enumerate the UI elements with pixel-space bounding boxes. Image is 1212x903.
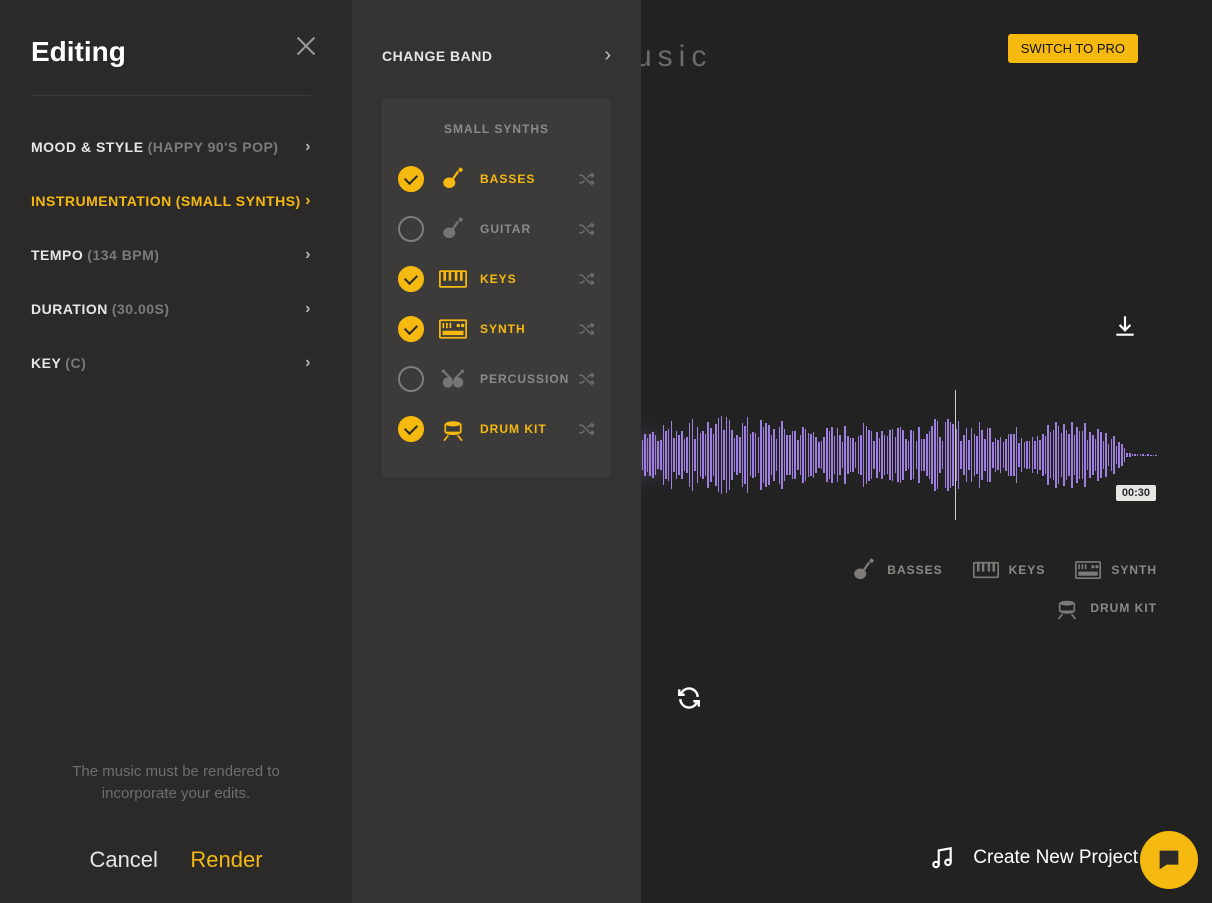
menu-item-value: (HAPPY 90'S POP) bbox=[148, 139, 279, 155]
brand-fragment: usic bbox=[635, 40, 712, 74]
guitar-icon bbox=[851, 558, 877, 582]
divider bbox=[31, 95, 311, 96]
playhead[interactable] bbox=[955, 390, 956, 520]
instrument-toggle[interactable] bbox=[398, 316, 424, 342]
chevron-right-icon[interactable]: › bbox=[604, 44, 611, 67]
menu-item-mood-style[interactable]: MOOD & STYLE(HAPPY 90'S POP) › bbox=[31, 120, 311, 174]
keys-icon bbox=[973, 558, 999, 582]
summary-label: DRUM KIT bbox=[1090, 601, 1157, 615]
chevron-right-icon: › bbox=[305, 354, 311, 372]
download-icon[interactable] bbox=[1112, 313, 1138, 339]
refresh-icon[interactable] bbox=[676, 685, 702, 711]
menu-item-tempo[interactable]: TEMPO(134 BPM) › bbox=[31, 228, 311, 282]
instrument-label: BASSES bbox=[480, 172, 577, 186]
menu-item-key[interactable]: KEY(C) › bbox=[31, 336, 311, 390]
render-note: The music must be rendered to incorporat… bbox=[0, 761, 352, 805]
cancel-button[interactable]: Cancel bbox=[89, 847, 157, 872]
synth-icon bbox=[1075, 558, 1101, 582]
instrument-toggle[interactable] bbox=[398, 166, 424, 192]
menu-item-value: (134 BPM) bbox=[87, 247, 159, 263]
menu-item-value: (SMALL SYNTHS) bbox=[176, 193, 301, 209]
chevron-right-icon: › bbox=[305, 192, 311, 210]
menu-item-value: (C) bbox=[65, 355, 86, 371]
drumkit-icon bbox=[1054, 596, 1080, 620]
instrument-summary: BASSES KEYS SYNTH DRUM KIT bbox=[797, 558, 1157, 620]
menu-item-label: INSTRUMENTATION bbox=[31, 193, 172, 209]
summary-item-drum-kit[interactable]: DRUM KIT bbox=[1054, 596, 1157, 620]
menu-item-value: (30.00S) bbox=[112, 301, 170, 317]
keys-icon bbox=[438, 266, 468, 292]
summary-item-synth[interactable]: SYNTH bbox=[1075, 558, 1157, 582]
instrument-row-synth: SYNTH bbox=[398, 304, 595, 354]
close-icon[interactable] bbox=[295, 36, 317, 58]
change-band-panel: CHANGE BAND › SMALL SYNTHS BASSES GUITAR… bbox=[352, 0, 641, 903]
editing-menu: MOOD & STYLE(HAPPY 90'S POP)›INSTRUMENTA… bbox=[31, 120, 311, 390]
instrument-row-percussion: PERCUSSION bbox=[398, 354, 595, 404]
instrument-row-drum-kit: DRUM KIT bbox=[398, 404, 595, 454]
chevron-right-icon: › bbox=[305, 300, 311, 318]
instrument-toggle[interactable] bbox=[398, 266, 424, 292]
synth-icon bbox=[438, 316, 468, 342]
instrument-label: DRUM KIT bbox=[480, 422, 577, 436]
instrument-label: PERCUSSION bbox=[480, 372, 577, 386]
menu-item-label: MOOD & STYLE bbox=[31, 139, 144, 155]
instrument-row-basses: BASSES bbox=[398, 154, 595, 204]
menu-item-label: DURATION bbox=[31, 301, 108, 317]
change-band-title: CHANGE BAND bbox=[382, 48, 493, 64]
summary-label: BASSES bbox=[887, 563, 942, 577]
shuffle-icon[interactable] bbox=[577, 320, 595, 338]
instrument-row-guitar: GUITAR bbox=[398, 204, 595, 254]
editing-title: Editing bbox=[31, 36, 126, 68]
menu-item-label: KEY bbox=[31, 355, 61, 371]
drumkit-icon bbox=[438, 416, 468, 442]
shuffle-icon[interactable] bbox=[577, 370, 595, 388]
time-badge: 00:30 bbox=[1116, 485, 1156, 501]
guitar-icon bbox=[438, 166, 468, 192]
band-card: SMALL SYNTHS BASSES GUITAR KEYS SYNTH PE… bbox=[382, 98, 611, 478]
shuffle-icon[interactable] bbox=[577, 420, 595, 438]
percussion-icon bbox=[438, 366, 468, 392]
shuffle-icon[interactable] bbox=[577, 220, 595, 238]
chevron-right-icon: › bbox=[305, 138, 311, 156]
instrument-toggle[interactable] bbox=[398, 416, 424, 442]
instrument-label: GUITAR bbox=[480, 222, 577, 236]
create-new-project-button[interactable]: Create New Project bbox=[929, 845, 1138, 871]
instrument-row-keys: KEYS bbox=[398, 254, 595, 304]
band-card-title: SMALL SYNTHS bbox=[398, 122, 595, 136]
menu-item-duration[interactable]: DURATION(30.00S) › bbox=[31, 282, 311, 336]
menu-item-instrumentation[interactable]: INSTRUMENTATION(SMALL SYNTHS)› bbox=[31, 174, 311, 228]
summary-label: KEYS bbox=[1009, 563, 1046, 577]
instrument-label: KEYS bbox=[480, 272, 577, 286]
instrument-toggle[interactable] bbox=[398, 216, 424, 242]
summary-item-basses[interactable]: BASSES bbox=[851, 558, 942, 582]
chevron-right-icon: › bbox=[305, 246, 311, 264]
render-button[interactable]: Render bbox=[190, 847, 262, 872]
instrument-toggle[interactable] bbox=[398, 366, 424, 392]
shuffle-icon[interactable] bbox=[577, 170, 595, 188]
shuffle-icon[interactable] bbox=[577, 270, 595, 288]
instrument-list: BASSES GUITAR KEYS SYNTH PERCUSSION DRUM… bbox=[398, 154, 595, 454]
summary-label: SYNTH bbox=[1111, 563, 1157, 577]
create-new-project-label: Create New Project bbox=[973, 847, 1138, 869]
menu-item-label: TEMPO bbox=[31, 247, 83, 263]
switch-to-pro-button[interactable]: SWITCH TO PRO bbox=[1008, 34, 1138, 63]
editing-panel: Editing MOOD & STYLE(HAPPY 90'S POP)›INS… bbox=[0, 0, 352, 903]
music-note-icon bbox=[929, 845, 955, 871]
summary-item-keys[interactable]: KEYS bbox=[973, 558, 1046, 582]
instrument-label: SYNTH bbox=[480, 322, 577, 336]
chat-fab[interactable] bbox=[1140, 831, 1198, 889]
guitar-icon bbox=[438, 216, 468, 242]
